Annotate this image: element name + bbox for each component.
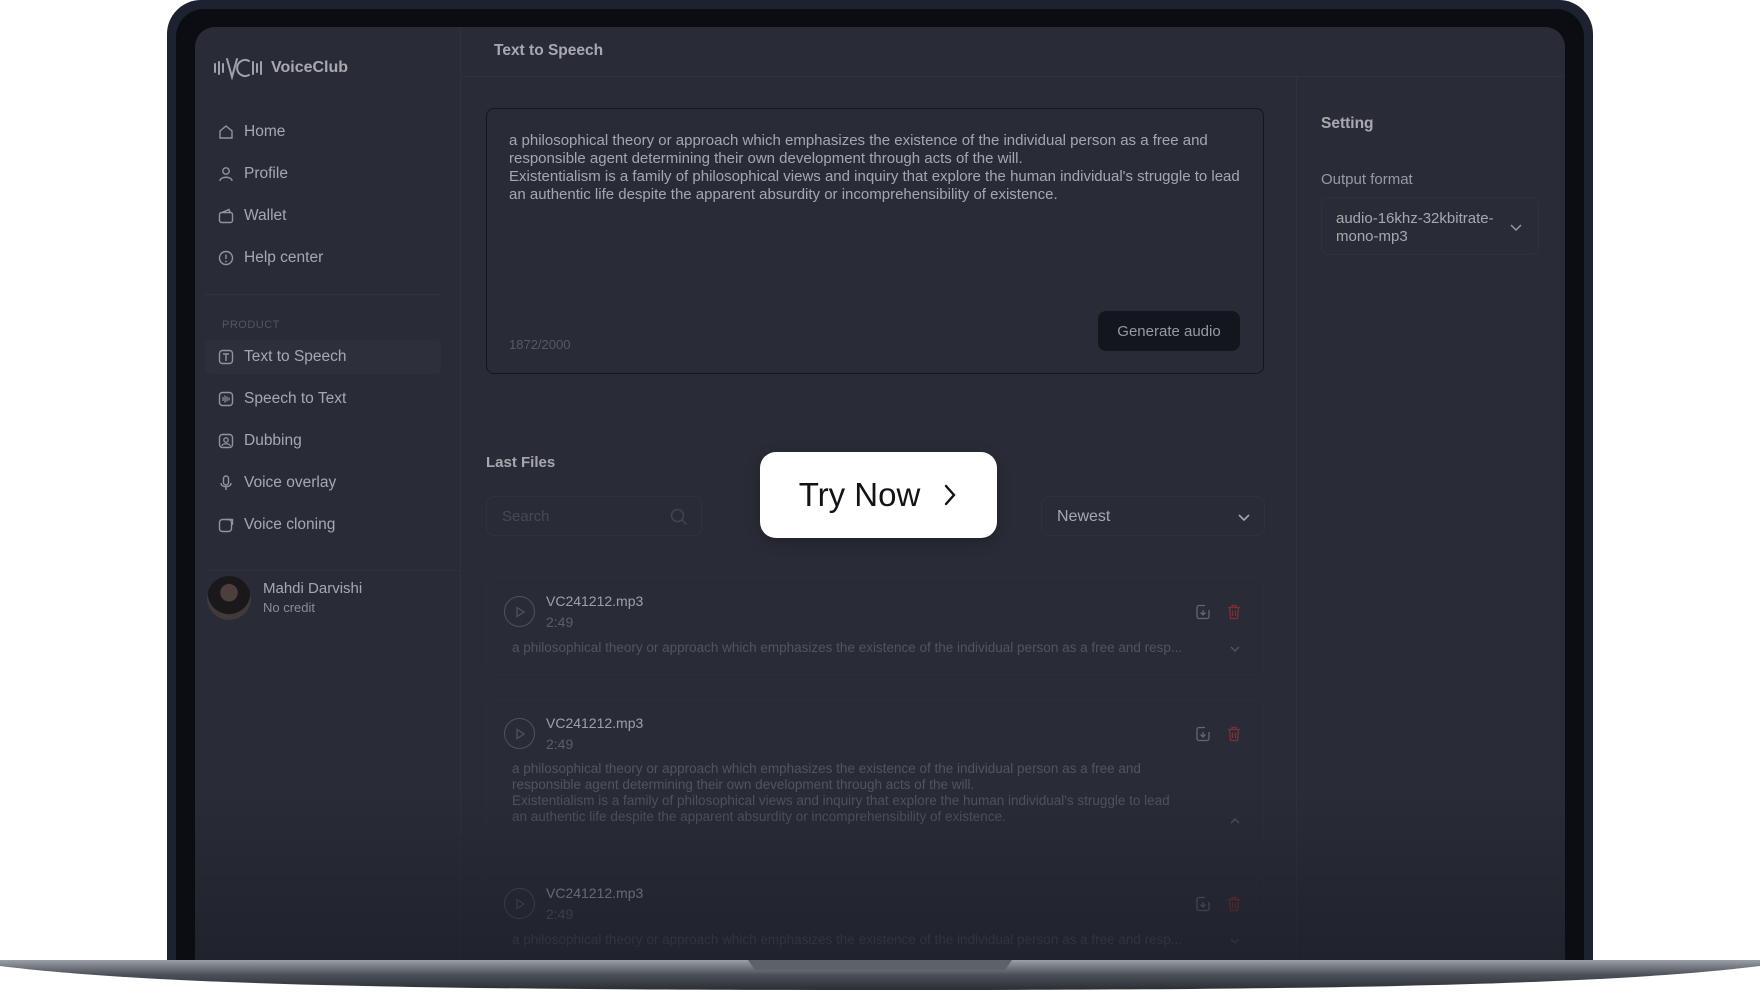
profile-credit: No credit [263, 600, 316, 615]
profile-info: Mahdi Darvishi No credit [263, 580, 362, 615]
trash-icon[interactable] [1225, 895, 1243, 913]
file-item: VC241212.mp3 2:49 a philosophical theory… [486, 869, 1264, 962]
chevron-down-icon[interactable] [1228, 934, 1242, 948]
chevron-up-icon[interactable] [1228, 814, 1242, 828]
chevron-down-icon [1238, 514, 1250, 522]
help-icon [218, 250, 234, 266]
trash-icon[interactable] [1225, 603, 1243, 621]
microphone-icon [220, 475, 232, 490]
download-icon[interactable] [1194, 603, 1212, 621]
search-icon[interactable] [669, 507, 689, 527]
section-label: PRODUCT [222, 319, 280, 331]
output-format-select[interactable]: audio-16khz-32kbitrate-mono-mp3 [1321, 197, 1539, 255]
user-icon [219, 167, 233, 182]
nav-item-text-to-speech[interactable]: Text to Speech [205, 340, 441, 374]
sidebar-divider [205, 294, 441, 295]
home-icon [219, 125, 233, 139]
editor-text[interactable]: a philosophical theory or approach which… [509, 132, 1249, 204]
waveform-icon [218, 391, 234, 407]
settings-panel: Setting Output format audio-16khz-32kbit… [1297, 77, 1565, 962]
file-description: a philosophical theory or approach which… [512, 932, 1183, 947]
file-duration: 2:49 [546, 736, 574, 752]
generate-audio-button[interactable]: Generate audio [1098, 311, 1240, 351]
top-bar: Text to Speech [461, 27, 1565, 77]
file-duration: 2:49 [546, 906, 574, 922]
trash-icon[interactable] [1225, 725, 1243, 743]
nav-item-dubbing[interactable]: Dubbing [205, 424, 441, 458]
download-icon[interactable] [1194, 895, 1212, 913]
wallet-icon [218, 208, 234, 224]
file-name: VC241212.mp3 [546, 715, 644, 731]
laptop-base [0, 960, 1760, 992]
dubbing-icon [218, 433, 234, 449]
char-count: 1872/2000 [509, 337, 571, 352]
logo[interactable]: VoiceClub [213, 55, 348, 81]
play-button[interactable] [504, 888, 535, 919]
try-now-label: Try Now [798, 476, 921, 513]
sort-value: Newest [1057, 508, 1111, 525]
chevron-down-icon[interactable] [1228, 642, 1242, 656]
nav-label: Dubbing [244, 432, 302, 449]
play-icon [515, 727, 525, 740]
nav-item-profile[interactable]: Profile [205, 157, 441, 191]
try-now-button[interactable]: Try Now [760, 452, 997, 538]
file-item: VC241212.mp3 2:49 a philosophical theory… [486, 577, 1264, 675]
settings-title: Setting [1321, 115, 1374, 132]
app-name: VoiceClub [271, 59, 349, 76]
search-placeholder: Search [502, 508, 550, 525]
text-editor[interactable]: a philosophical theory or approach which… [486, 108, 1264, 374]
play-icon [515, 605, 525, 618]
search-input[interactable]: Search [486, 496, 702, 536]
nav-item-wallet[interactable]: Wallet [205, 199, 441, 233]
sort-dropdown[interactable]: Newest [1041, 496, 1265, 536]
product-nav: Text to Speech Speech to Text Dubbing Vo… [205, 340, 441, 550]
last-files-title: Last Files [486, 454, 556, 471]
play-button[interactable] [504, 596, 535, 627]
main-nav: Home Profile Wallet Help center [205, 115, 441, 283]
file-name: VC241212.mp3 [546, 593, 644, 609]
nav-label: Wallet [244, 207, 287, 224]
avatar [207, 575, 251, 620]
nav-label: Text to Speech [244, 348, 347, 365]
nav-label: Profile [244, 165, 288, 182]
text-icon [218, 349, 234, 365]
nav-item-speech-to-text[interactable]: Speech to Text [205, 382, 441, 416]
nav-label: Home [244, 123, 286, 140]
nav-label: Voice cloning [244, 516, 336, 533]
nav-item-help-center[interactable]: Help center [205, 241, 441, 275]
nav-item-home[interactable]: Home [205, 115, 441, 149]
page-title: Text to Speech [494, 42, 604, 59]
sidebar: VoiceClub Home Profile Wallet Help cente… [195, 27, 461, 962]
nav-item-voice-cloning[interactable]: Voice cloning [205, 508, 441, 542]
file-duration: 2:49 [546, 614, 574, 630]
output-format-label: Output format [1321, 171, 1413, 188]
chevron-right-icon [945, 484, 956, 506]
output-format-value: audio-16khz-32kbitrate-mono-mp3 [1336, 210, 1494, 245]
nav-label: Help center [244, 249, 324, 266]
file-name: VC241212.mp3 [546, 885, 644, 901]
nav-label: Voice overlay [244, 474, 337, 491]
file-description: a philosophical theory or approach which… [512, 640, 1183, 655]
profile-card[interactable]: Mahdi Darvishi No credit [207, 570, 461, 624]
logo-icon [214, 58, 262, 81]
file-item: VC241212.mp3 2:49 a philosophical theory… [486, 699, 1264, 847]
clone-icon [218, 518, 234, 533]
profile-name: Mahdi Darvishi [263, 580, 363, 597]
play-icon [515, 897, 525, 910]
nav-item-voice-overlay[interactable]: Voice overlay [205, 466, 441, 500]
chevron-down-icon [1510, 224, 1522, 232]
laptop-base-shape [0, 960, 1760, 990]
file-description: a philosophical theory or approach which… [512, 761, 1170, 824]
play-button[interactable] [504, 718, 535, 749]
nav-label: Speech to Text [244, 390, 347, 407]
download-icon[interactable] [1194, 725, 1212, 743]
